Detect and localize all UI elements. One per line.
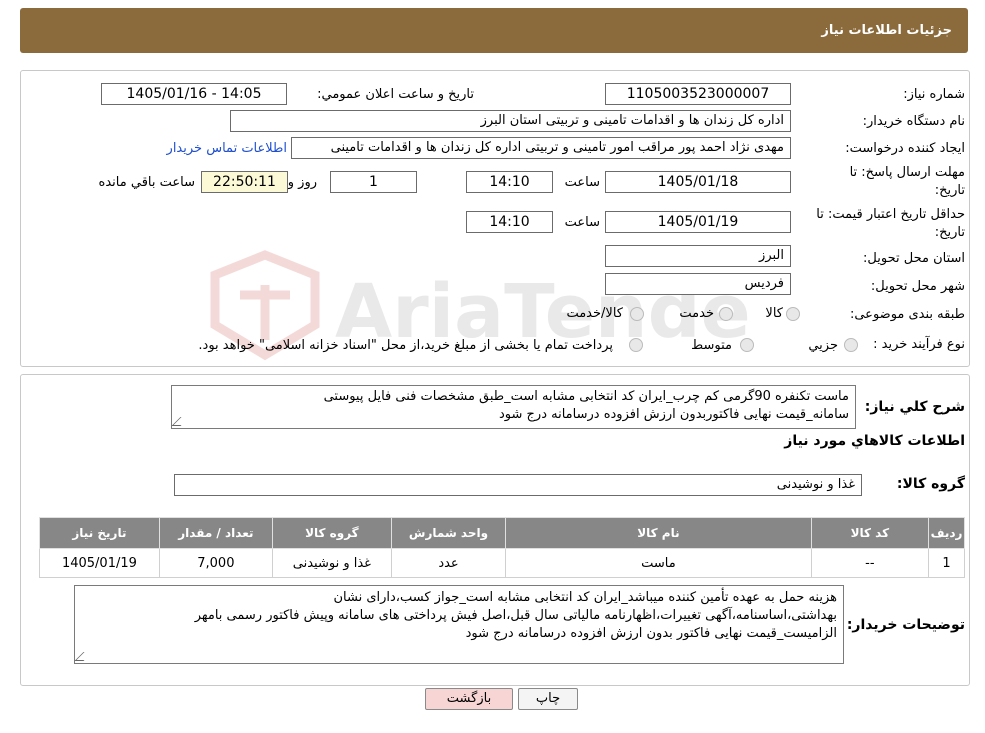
remaining-label: ساعت باقي مانده xyxy=(98,175,195,190)
announce-label: تاریخ و ساعت اعلان عمومي: xyxy=(317,87,474,102)
summary-line-1: ماست تکنفره 90گرمی کم چرب_ایران کد انتخا… xyxy=(323,389,849,404)
city-label: شهر محل تحویل: xyxy=(870,279,965,294)
buyer-notes-line-1: هزینه حمل به عهده تأمین کننده میباشد_ایر… xyxy=(333,590,837,605)
category-goods-radio[interactable] xyxy=(786,307,800,321)
summary-line-2: سامانه_قیمت نهایی فاکتوربدون ارزش افزوده… xyxy=(499,407,849,422)
category-label: طبقه بندی موضوعی: xyxy=(849,307,965,322)
announce-field: 1405/01/16 - 14:05 xyxy=(101,83,287,105)
col-group: گروه کالا xyxy=(271,517,392,549)
deadline-time-field: 14:10 xyxy=(466,171,553,193)
buyer-notes-line-3: الزامیست_قیمت نهایی فاکتور بدون ارزش افز… xyxy=(465,626,837,641)
deadline-label: مهلت ارسال پاسخ: تا xyxy=(849,165,965,180)
category-service-label: خدمت xyxy=(679,306,714,321)
process-minor-radio[interactable] xyxy=(844,338,858,352)
buyer-notes-label: توضیحات خریدار: xyxy=(846,617,965,633)
process-minor-label: جزیي xyxy=(808,338,838,353)
deadline-date-field: 1405/01/18 xyxy=(605,171,791,193)
col-quantity: تعداد / مقدار xyxy=(158,517,273,549)
cell-quantity: 7,000 xyxy=(158,548,273,578)
days-field: 1 xyxy=(330,171,417,193)
summary-label: شرح كلي نياز: xyxy=(864,399,965,415)
need-number-label: شماره نیاز: xyxy=(903,87,965,102)
summary-textarea: ماست تکنفره 90گرمی کم چرب_ایران کد انتخا… xyxy=(171,385,856,429)
buyer-org-field: اداره کل زندان ها و اقدامات تامینی و ترب… xyxy=(230,110,791,132)
price-time-field: 14:10 xyxy=(466,211,553,233)
table-row: 1 -- ماست عدد غذا و نوشیدنی 7,000 1405/0… xyxy=(39,548,965,578)
buyer-org-label: نام دستگاه خریدار: xyxy=(862,114,965,129)
remaining-time-field: 22:50:11 xyxy=(201,171,288,193)
price-validity-label: حداقل تاریخ اعتبار قیمت: تا xyxy=(816,207,965,222)
category-both-radio[interactable] xyxy=(630,307,644,321)
price-date-field: 1405/01/19 xyxy=(605,211,791,233)
col-need-date: تاریخ نیاز xyxy=(39,517,160,549)
page-header: جزئیات اطلاعات نیاز xyxy=(20,8,968,53)
print-button[interactable]: چاپ xyxy=(518,688,578,710)
province-field: البرز xyxy=(605,245,791,267)
goods-info-title: اطلاعات كالاهاي مورد نياز xyxy=(784,433,965,449)
cell-row: 1 xyxy=(928,548,965,578)
col-unit: واحد شمارش xyxy=(390,517,507,549)
back-button[interactable]: بازگشت xyxy=(425,688,513,710)
process-label: نوع فرآیند خرید : xyxy=(873,337,965,352)
goods-group-label: گروه کالا: xyxy=(896,476,965,492)
price-time-label: ساعت xyxy=(564,215,600,230)
cell-group: غذا و نوشیدنی xyxy=(271,548,392,578)
cell-unit: عدد xyxy=(390,548,507,578)
goods-group-field: غذا و نوشیدنی xyxy=(174,474,862,496)
requester-field: مهدی نژاد احمد پور مراقب امور تامینی و ت… xyxy=(291,137,791,159)
process-medium-radio[interactable] xyxy=(740,338,754,352)
deadline-label-2: تاریخ: xyxy=(934,183,965,198)
buyer-notes-textarea: هزینه حمل به عهده تأمین کننده میباشد_ایر… xyxy=(74,585,844,664)
requester-label: ایجاد کننده درخواست: xyxy=(845,141,965,156)
goods-table-header: ردیف کد کالا نام کالا واحد شمارش گروه کا… xyxy=(39,517,965,549)
page-title: جزئیات اطلاعات نیاز xyxy=(821,23,952,38)
goods-table: ردیف کد کالا نام کالا واحد شمارش گروه کا… xyxy=(39,517,965,578)
days-label: روز و xyxy=(287,175,317,190)
contact-buyer-link[interactable]: اطلاعات تماس خریدار xyxy=(167,141,287,156)
category-service-radio[interactable] xyxy=(719,307,733,321)
cell-name: ماست xyxy=(505,548,812,578)
col-code: کد کالا xyxy=(810,517,930,549)
price-validity-label-2: تاریخ: xyxy=(934,225,965,240)
cell-code: -- xyxy=(810,548,930,578)
col-row: ردیف xyxy=(928,517,965,549)
city-field: فردیس xyxy=(605,273,791,295)
process-treasury-radio[interactable] xyxy=(629,338,643,352)
need-number-field: 1105003523000007 xyxy=(605,83,791,105)
deadline-time-label: ساعت xyxy=(564,175,600,190)
category-both-label: کالا/خدمت xyxy=(566,306,623,321)
process-note: پرداخت تمام یا بخشی از مبلغ خرید،از محل … xyxy=(198,338,613,353)
col-name: نام کالا xyxy=(505,517,812,549)
category-goods-label: کالا xyxy=(765,306,783,321)
province-label: استان محل تحویل: xyxy=(863,251,965,266)
process-medium-label: متوسط xyxy=(691,338,732,353)
buyer-notes-line-2: بهداشتی،اساسنامه،آگهی تغییرات،اظهارنامه … xyxy=(194,608,837,623)
cell-need-date: 1405/01/19 xyxy=(39,548,160,578)
